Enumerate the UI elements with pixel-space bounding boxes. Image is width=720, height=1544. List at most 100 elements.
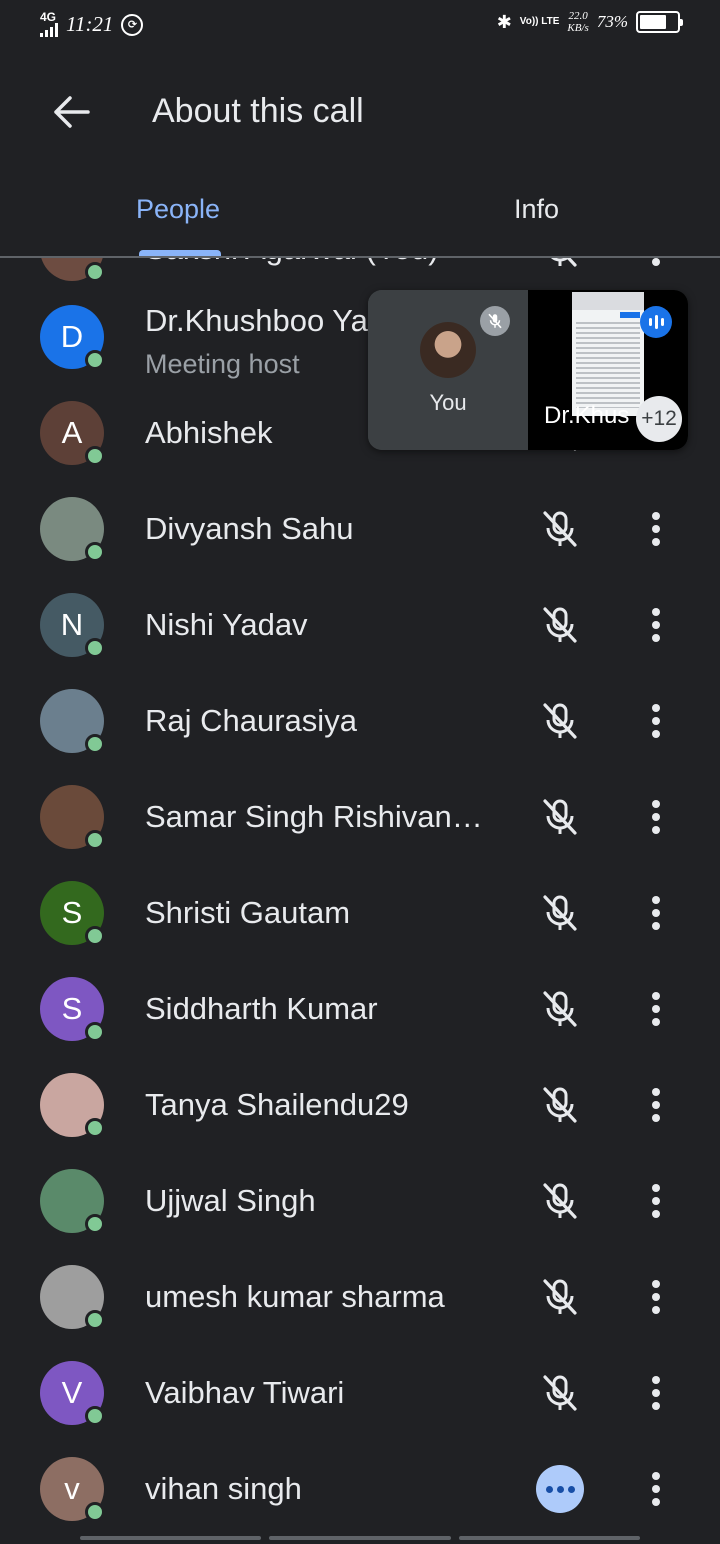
avatar-initial: A (61, 415, 83, 450)
status-left: 4G 11:21 ⟳ (40, 10, 144, 37)
mic-off-icon[interactable] (538, 699, 582, 743)
more-options-icon[interactable] (640, 507, 672, 551)
mic-off-icon[interactable] (538, 258, 582, 271)
more-options-icon[interactable] (640, 1371, 672, 1415)
avatar-initial: V (61, 1375, 83, 1410)
more-options-icon[interactable] (640, 603, 672, 647)
more-options-icon[interactable] (640, 258, 672, 271)
pip-self-label: You (429, 390, 467, 415)
participant-name: Shristi Gautam (145, 895, 351, 930)
online-status-dot (85, 638, 105, 658)
network-speed: 22.0 KB/s (567, 10, 588, 34)
avatar-initial: S (61, 991, 83, 1026)
avatar-initial: N (60, 607, 84, 642)
call-pip-window[interactable]: You Dr.Khus +12 (368, 290, 688, 450)
online-status-dot (85, 1502, 105, 1522)
mic-off-icon[interactable] (538, 1179, 582, 1223)
network-type: 4G (40, 10, 57, 24)
participant-name: Abhishek (145, 415, 273, 450)
participant-name: Dr.Khushboo Ya (145, 303, 368, 338)
pip-host-tile[interactable]: Dr.Khus +12 (528, 290, 688, 450)
battery-percent: 73% (596, 12, 628, 31)
tab-people[interactable]: People (136, 194, 220, 225)
participant-row[interactable]: Raj Chaurasiya (0, 673, 720, 769)
shared-screen-preview (572, 292, 644, 416)
mic-off-icon[interactable] (538, 1275, 582, 1319)
avatar-initial: v (64, 1471, 80, 1506)
participant-name: Nishi Yadav (145, 607, 308, 642)
participant-row[interactable]: Tanya Shailendu29 (0, 1057, 720, 1153)
more-options-icon[interactable] (640, 987, 672, 1031)
online-status-dot (85, 830, 105, 850)
more-options-icon[interactable] (640, 795, 672, 839)
arrow-left-icon[interactable] (52, 94, 92, 130)
online-status-dot (85, 734, 105, 754)
participant-name: Divyansh Sahu (145, 511, 354, 546)
participant-row[interactable]: umesh kumar sharma (0, 1249, 720, 1345)
participant-row[interactable]: S Shristi Gautam (0, 865, 720, 961)
more-options-icon[interactable] (640, 1467, 672, 1511)
mic-off-icon[interactable] (538, 1083, 582, 1127)
status-bar: 4G 11:21 ⟳ ✱ Vo)) LTE 22.0 KB/s 73% (0, 0, 720, 54)
online-status-dot (85, 1118, 105, 1138)
bluetooth-icon: ✱ (496, 11, 512, 32)
participant-row[interactable]: v vihan singh (0, 1441, 720, 1537)
more-options-icon[interactable] (640, 699, 672, 743)
participant-row[interactable]: S Siddharth Kumar (0, 961, 720, 1057)
participant-name: Tanya Shailendu29 (145, 1087, 409, 1122)
participant-role: Meeting host (145, 349, 300, 379)
online-status-dot (85, 1022, 105, 1042)
more-options-icon[interactable] (640, 891, 672, 935)
participant-row[interactable]: Ujjwal Singh (0, 1153, 720, 1249)
pip-self-avatar (420, 322, 476, 378)
mic-off-icon[interactable] (538, 891, 582, 935)
participant-name: vihan singh (145, 1471, 302, 1506)
speed-value: 22.0 (568, 10, 588, 22)
speed-unit: KB/s (567, 22, 589, 34)
bottom-scroll-indicator (80, 1536, 640, 1540)
more-participants-badge[interactable]: +12 (636, 396, 682, 442)
more-options-icon[interactable] (640, 1179, 672, 1223)
participant-name: Sakshi Agarwal (You) (145, 258, 439, 267)
signal-icon (40, 23, 58, 37)
participant-name: Samar Singh Rishivan… (145, 799, 483, 834)
status-right: ✱ Vo)) LTE 22.0 KB/s 73% (496, 10, 683, 34)
page-title: About this call (152, 92, 364, 130)
more-options-icon[interactable] (640, 1083, 672, 1127)
avatar-initial: S (61, 895, 83, 930)
mic-off-icon[interactable] (538, 507, 582, 551)
online-status-dot (85, 1406, 105, 1426)
mic-off-icon (480, 306, 510, 336)
mic-off-icon[interactable] (538, 1371, 582, 1415)
mic-off-icon[interactable] (538, 987, 582, 1031)
volte-indicator: Vo)) LTE (519, 16, 560, 27)
pip-host-label: Dr.Khus (544, 402, 630, 429)
participant-row[interactable]: Divyansh Sahu (0, 481, 720, 577)
avatar-initial: D (60, 319, 84, 354)
tab-info[interactable]: Info (514, 194, 559, 225)
battery-fill (640, 15, 667, 29)
clock: 11:21 (66, 12, 114, 36)
participant-name: Raj Chaurasiya (145, 703, 357, 738)
online-status-dot (85, 1310, 105, 1330)
mic-off-icon[interactable] (538, 795, 582, 839)
battery-icon (636, 11, 683, 33)
participant-row[interactable]: V Vaibhav Tiwari (0, 1345, 720, 1441)
participant-row[interactable]: Samar Singh Rishivan… (0, 769, 720, 865)
participant-name: Siddharth Kumar (145, 991, 378, 1026)
pip-self-tile[interactable]: You (368, 290, 528, 450)
mic-off-icon[interactable] (538, 603, 582, 647)
participant-row[interactable]: N Nishi Yadav (0, 577, 720, 673)
circle-sync-icon: ⟳ (121, 13, 144, 36)
online-status-dot (85, 542, 105, 562)
online-status-dot (85, 1214, 105, 1234)
online-status-dot (85, 262, 105, 282)
online-status-dot (85, 350, 105, 370)
participant-name: umesh kumar sharma (145, 1279, 445, 1314)
speaking-indicator-icon (536, 1465, 584, 1513)
participant-list[interactable]: Sakshi Agarwal (You) D Dr.Khushboo Ya Meeti… (0, 258, 720, 1544)
more-options-icon[interactable] (640, 1275, 672, 1319)
network-indicator: 4G (40, 10, 58, 37)
tab-bar: People Info (0, 180, 720, 258)
audio-level-icon (640, 306, 672, 338)
